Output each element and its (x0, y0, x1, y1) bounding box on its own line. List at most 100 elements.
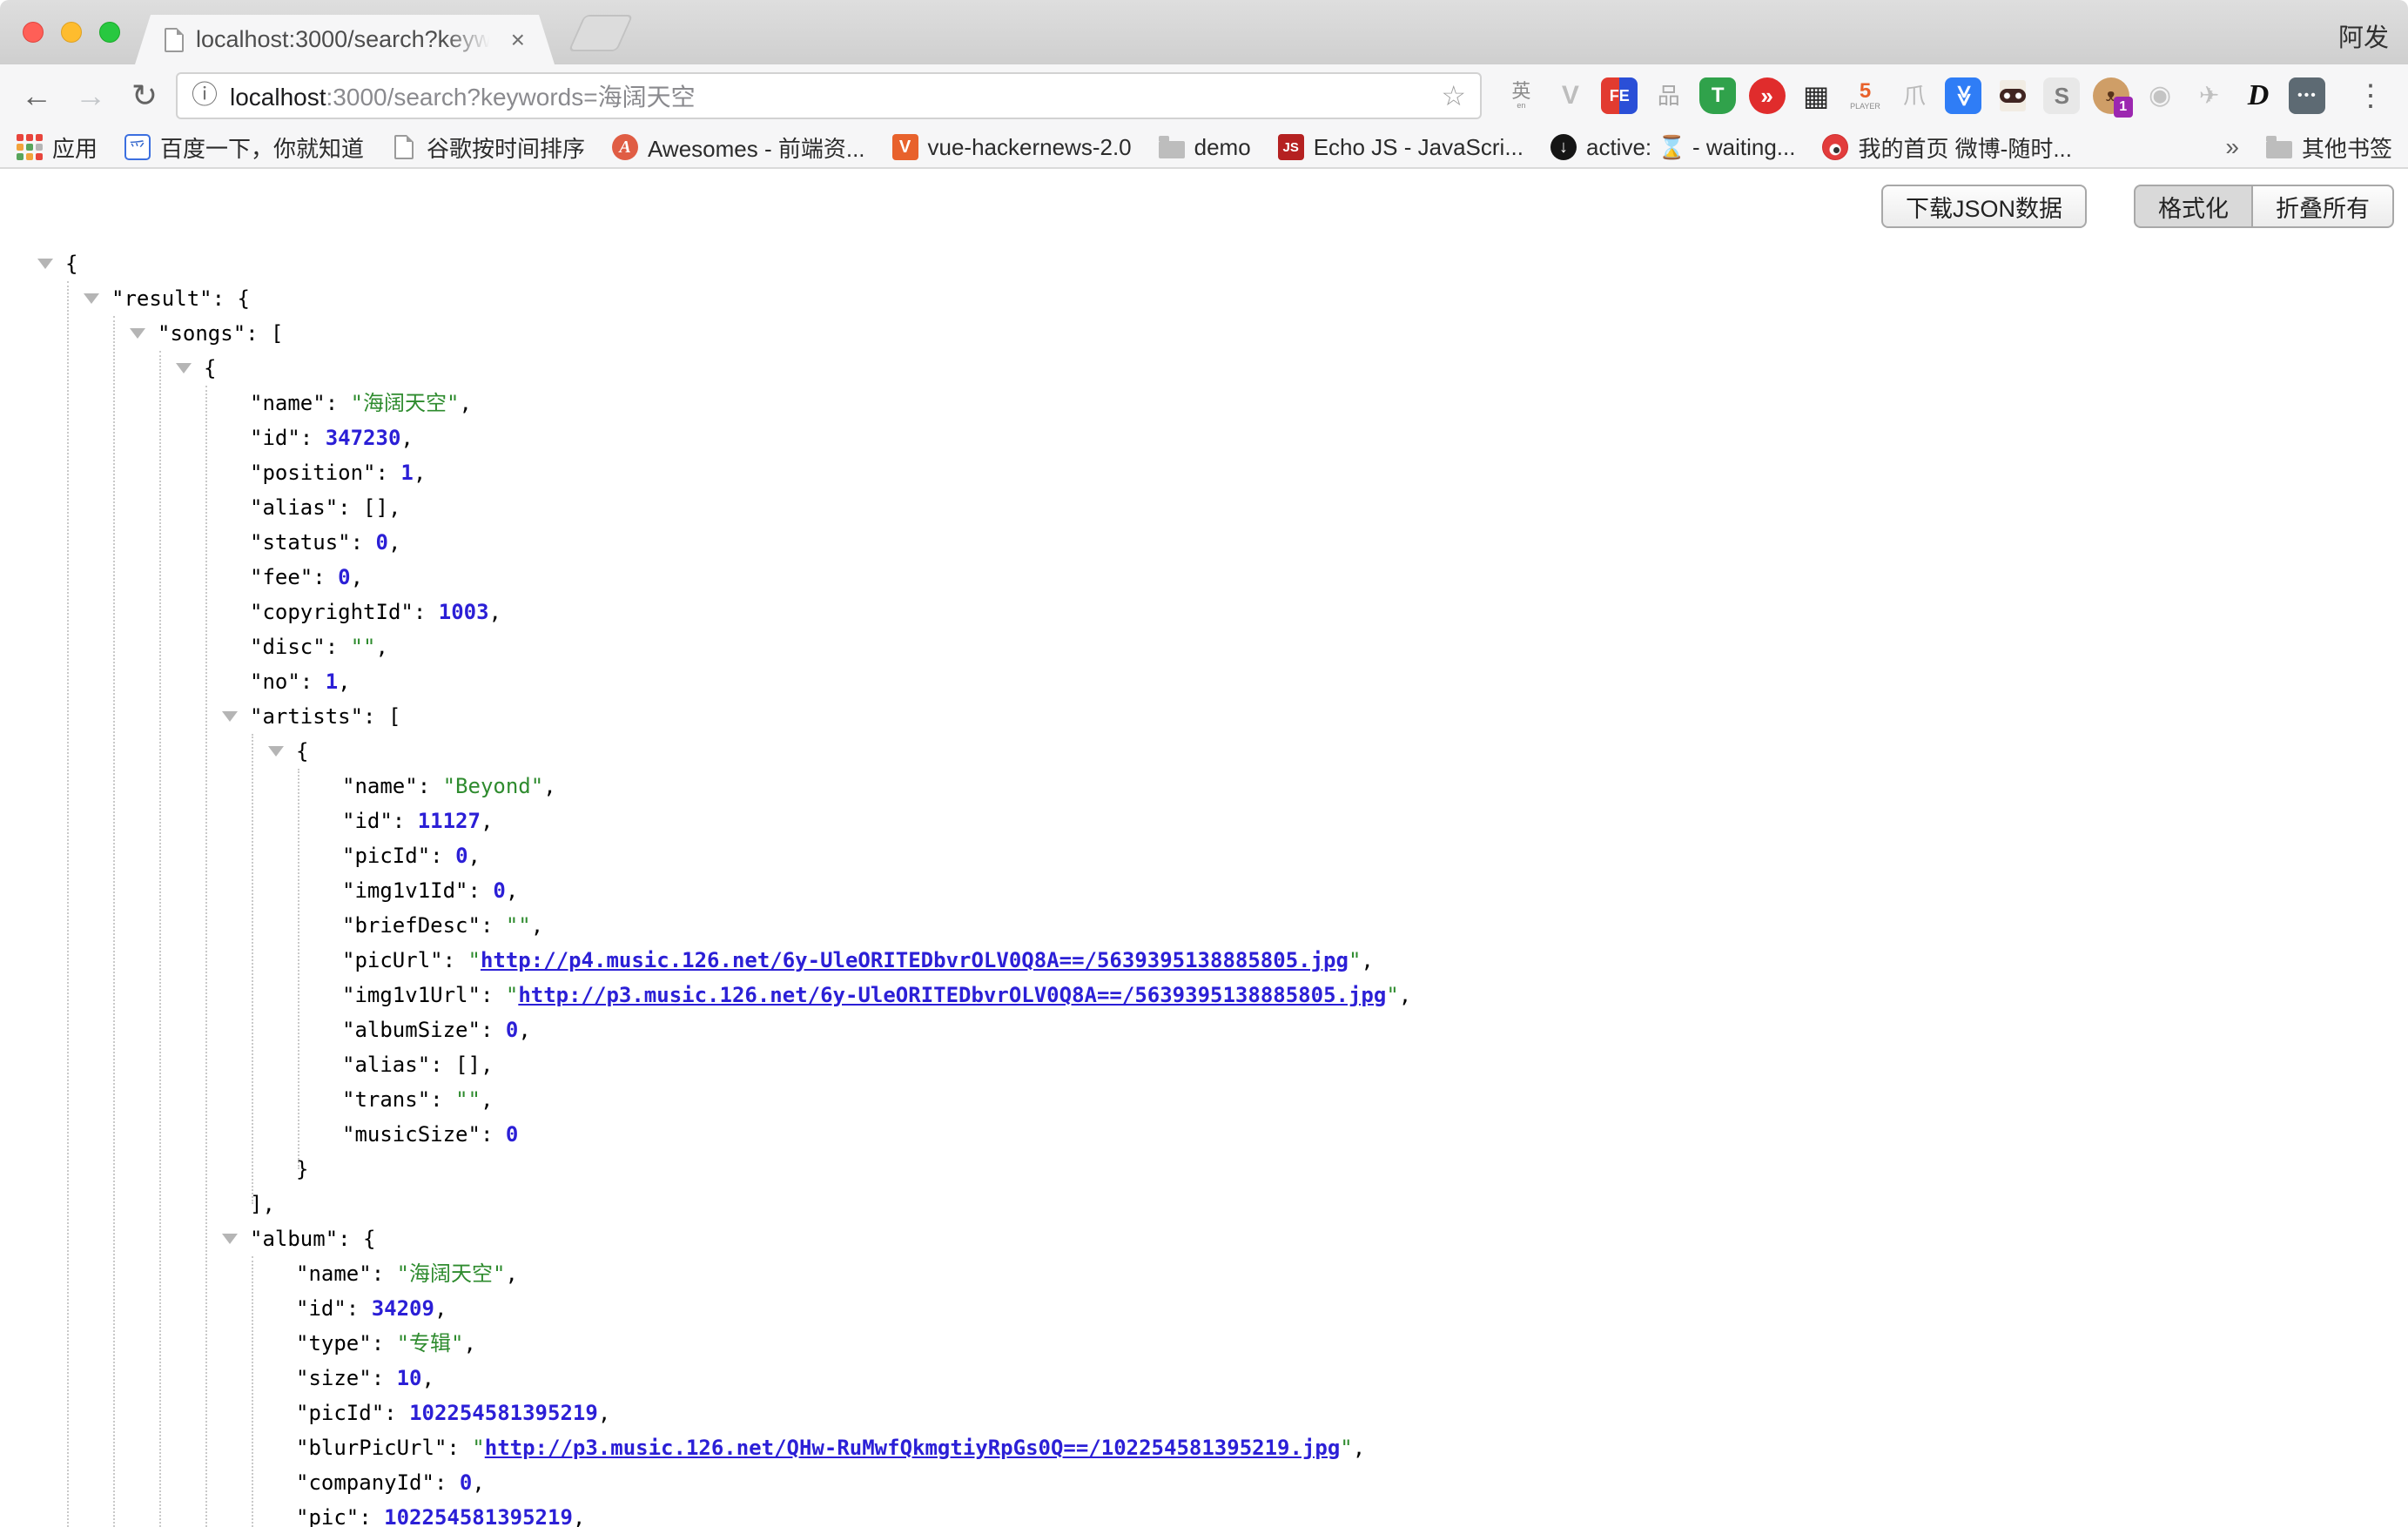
json-line: "alias": [], (0, 1047, 2408, 1082)
zoom-window-button[interactable] (99, 22, 120, 43)
shield-t-icon[interactable]: T (1699, 77, 1736, 114)
vue-icon[interactable]: V (1552, 77, 1589, 114)
bookmark-item[interactable]: ↓active: ⌛ - waiting... (1550, 133, 1795, 161)
json-link[interactable]: http://p3.music.126.net/6y-UleORITEDbvrO… (518, 983, 1386, 1007)
collapse-toggle-icon[interactable] (176, 363, 192, 373)
bookmarks-overflow-icon[interactable]: » (2225, 133, 2239, 161)
json-number: 0 (376, 530, 388, 555)
json-punctuation: , (400, 426, 413, 450)
new-tab-button[interactable] (568, 15, 634, 51)
json-line: "type": "专辑", (0, 1326, 2408, 1361)
json-line: "briefDesc": "", (0, 908, 2408, 943)
json-string: "海阔天空" (397, 1261, 506, 1286)
collapse-toggle-icon[interactable] (37, 259, 53, 269)
json-link[interactable]: http://p4.music.126.net/6y-UleORITEDbvrO… (481, 948, 1349, 972)
format-button[interactable]: 格式化 (2134, 185, 2251, 228)
bookmark-item[interactable]: 我的首页 微博-随时... (1821, 131, 2072, 164)
json-punctuation: , (414, 461, 426, 485)
fe-icon[interactable]: FE (1601, 77, 1638, 114)
json-line: { (0, 734, 2408, 769)
json-link[interactable]: http://p3.music.126.net/QHw-RuMwfQkmgtiy… (485, 1436, 1341, 1460)
collapse-toggle-icon[interactable] (268, 746, 284, 757)
s-logo-icon[interactable]: S (2043, 77, 2080, 114)
paw-icon[interactable]: 爪 (1896, 77, 1933, 114)
translate-icon[interactable]: 英en (1503, 77, 1539, 114)
json-line: "status": 0, (0, 525, 2408, 560)
json-key: "picId" (296, 1401, 384, 1425)
close-window-button[interactable] (23, 22, 44, 43)
mask-icon[interactable] (1994, 77, 2031, 114)
json-line: "size": 10, (0, 1361, 2408, 1396)
download-json-button[interactable]: 下载JSON数据 (1881, 185, 2087, 228)
json-key: "id" (250, 426, 300, 450)
vimium-icon[interactable]: ≫ (1945, 77, 1981, 114)
url-host: localhost (230, 84, 326, 111)
site-info-icon[interactable]: ⓘ (192, 83, 218, 109)
json-number: 34209 (372, 1296, 434, 1321)
bird-icon[interactable]: ✈ (2191, 77, 2228, 114)
json-punctuation: : (481, 983, 506, 1007)
sitemap-icon[interactable]: 品 (1651, 77, 1687, 114)
collapse-toggle-icon[interactable] (130, 328, 145, 339)
html5-player-icon[interactable]: 5PLAYER (1847, 77, 1884, 114)
json-punctuation: : (351, 530, 376, 555)
json-key: "picId" (342, 844, 430, 868)
browser-window: localhost:3000/search?keywor × 阿发 ← → ↻ … (0, 0, 2408, 1527)
json-punctuation: , (506, 1261, 518, 1286)
bookmark-label: 百度一下，你就知道 (160, 131, 364, 164)
json-punctuation: : (430, 1087, 455, 1112)
json-line: "songs": [ (0, 316, 2408, 351)
profile-name[interactable]: 阿发 (2338, 17, 2389, 54)
bookmark-item[interactable]: demo (1158, 133, 1251, 161)
bookmark-item[interactable]: 爫百度一下，你就知道 (124, 131, 364, 164)
d-logo-icon[interactable]: D (2240, 77, 2277, 114)
browser-menu-icon[interactable]: ⋮ (2347, 78, 2394, 113)
json-punctuation: : { (338, 1227, 375, 1251)
url-path: :3000/search?keywords=海阔天空 (326, 84, 696, 111)
json-line: } (0, 1152, 2408, 1187)
collapse-all-button[interactable]: 折叠所有 (2251, 185, 2394, 228)
json-line: "artists": [ (0, 699, 2408, 734)
other-bookmarks-folder[interactable]: 其他书签 (2265, 131, 2392, 164)
json-number: 11127 (418, 809, 481, 833)
collapse-toggle-icon[interactable] (222, 711, 238, 722)
qr-code-icon[interactable]: ▦ (1798, 77, 1834, 114)
json-line: { (0, 246, 2408, 281)
bookmark-label: demo (1194, 134, 1251, 161)
reload-button[interactable]: ↻ (122, 80, 167, 111)
json-line: "musicSize": 0 (0, 1117, 2408, 1152)
json-line: "name": "Beyond", (0, 769, 2408, 804)
bookmark-item[interactable]: AAwesomes - 前端资... (611, 131, 864, 164)
json-line: "position": 1, (0, 455, 2408, 490)
fast-forward-icon[interactable]: » (1749, 77, 1786, 114)
json-punctuation: , (1399, 983, 1411, 1007)
minimize-window-button[interactable] (61, 22, 82, 43)
monkey-icon[interactable]: ᴥ1 (2093, 77, 2129, 114)
json-key: "artists" (250, 704, 363, 729)
dots-card-icon[interactable]: ••• (2289, 77, 2325, 114)
monkey-icon-badge: 1 (2114, 97, 2133, 118)
json-punctuation: , (543, 774, 555, 798)
forward-button[interactable]: → (68, 80, 113, 111)
collapse-toggle-icon[interactable] (84, 293, 99, 304)
json-punctuation: : (326, 635, 351, 659)
bookmark-item[interactable]: 谷歌按时间排序 (390, 131, 585, 164)
json-string: "专辑" (397, 1331, 464, 1355)
bookmark-item[interactable]: JSEcho JS - JavaScri... (1277, 133, 1523, 161)
weibo-eye-icon[interactable]: ◉ (2142, 77, 2178, 114)
address-bar[interactable]: ⓘ localhost:3000/search?keywords=海阔天空 ☆ (176, 72, 1482, 119)
json-punctuation: : (300, 669, 326, 694)
bookmark-star-icon[interactable]: ☆ (1441, 82, 1466, 110)
back-button[interactable]: ← (14, 80, 59, 111)
bookmark-item[interactable]: Vvue-hackernews-2.0 (891, 133, 1132, 161)
json-punctuation: : [], (338, 495, 400, 520)
collapse-toggle-icon[interactable] (222, 1234, 238, 1244)
bookmark-item[interactable]: 应用 (16, 131, 98, 164)
active-tab[interactable]: localhost:3000/search?keywor × (135, 15, 555, 64)
json-number: 347230 (326, 426, 401, 450)
tab-close-icon[interactable]: × (511, 28, 525, 52)
tab-favicon-page-icon (165, 28, 184, 52)
json-line: "picId": 0, (0, 838, 2408, 873)
json-key: "img1v1Url" (342, 983, 481, 1007)
bookmark-label: 应用 (52, 131, 98, 164)
